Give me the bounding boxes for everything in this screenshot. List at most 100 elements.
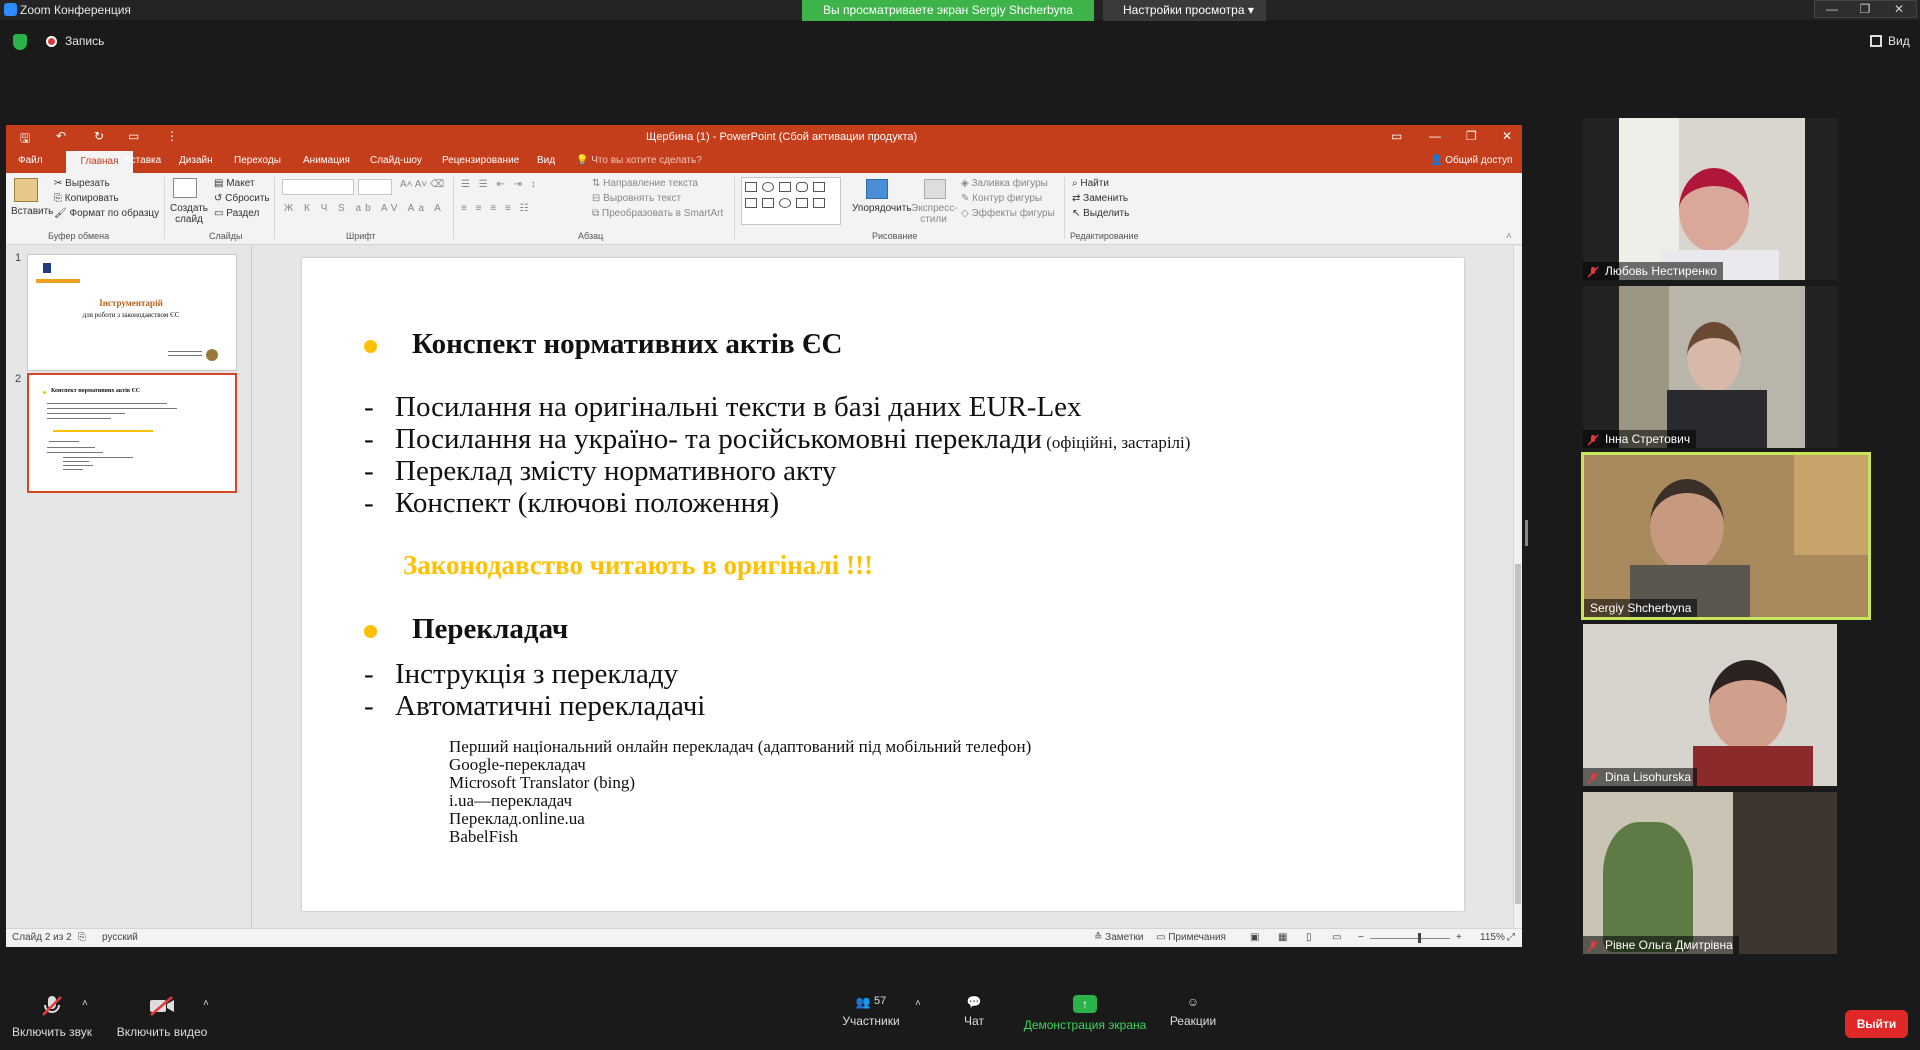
zoom-in-icon[interactable]: + [1456,932,1462,943]
reset-button[interactable]: ↺ Сбросить [214,193,270,204]
tab-review[interactable]: Рецензирование [442,155,519,166]
splitter-handle[interactable] [1525,520,1528,546]
line-shape-icon[interactable] [745,198,757,208]
font-style-buttons[interactable]: Ж К Ч S ab AV Aa A [284,203,445,214]
participant-tile[interactable]: Інна Стретович [1583,286,1837,448]
view-settings-button[interactable]: Настройки просмотра ▾ [1103,0,1266,21]
arrange-icon[interactable] [866,179,888,199]
tell-me-search[interactable]: 💡 Что вы хотите сделать? [576,155,702,166]
new-slide-button[interactable]: Создать слайд [169,203,209,225]
participants-button[interactable]: 👥 57 Участники [836,995,906,1028]
cut-button[interactable]: ✂ Вырезать [54,178,110,189]
new-slide-icon[interactable] [173,178,197,198]
slide-item[interactable]: - [364,658,374,691]
copy-button[interactable]: ⎘ Копировать [54,193,119,204]
sorter-view-icon[interactable]: ▦ [1278,932,1287,943]
share-button[interactable]: 👤 Общий доступ [1430,155,1512,166]
text-direction-button[interactable]: ⇅ Направление текста [592,178,698,189]
brace-shape-icon[interactable] [813,198,825,208]
font-grow-shrink-icons[interactable]: A˄ A˅ ⌫ [400,179,444,190]
participant-tile[interactable]: Dina Lisohurska [1583,624,1837,786]
quick-styles-icon[interactable] [924,179,946,199]
paste-button[interactable]: Вставить [11,206,53,217]
close-icon[interactable]: ✕ [1884,0,1914,18]
replace-button[interactable]: ⇄ Заменить [1072,193,1128,204]
slide-item[interactable]: - [364,423,374,456]
ribbon-display-icon[interactable]: ▭ [1391,129,1402,143]
reading-view-icon[interactable]: ▯ [1306,932,1312,943]
vertical-scrollbar[interactable] [1513,246,1522,928]
spellcheck-icon[interactable]: ⎘ [78,932,86,943]
paste-icon[interactable] [14,178,38,202]
slide-heading-1[interactable]: Конспект нормативних актів ЄС [412,328,842,361]
participant-tile[interactable]: Любовь Нестиренко [1583,118,1837,280]
tab-view[interactable]: Вид [537,155,555,166]
tab-slideshow[interactable]: Слайд-шоу [370,155,422,166]
rounded-rect-shape-icon[interactable] [796,182,808,192]
slide-accent-text[interactable]: Законодавство читають в оригіналі !!! [403,550,873,581]
participant-tile[interactable]: Рівне Ольга Дмитрівна [1583,792,1837,954]
chat-button[interactable]: 💬 Чат [950,995,998,1028]
slide-item[interactable]: - [364,455,374,488]
leave-meeting-button[interactable]: Выйти [1845,1010,1908,1038]
tab-file[interactable]: Файл [18,155,43,166]
zoom-slider-handle[interactable] [1418,933,1421,943]
notes-button[interactable]: ≙ Заметки [1094,932,1143,943]
slide-item-text[interactable]: Конспект (ключові положення) [395,487,779,520]
font-name-dropdown[interactable] [282,179,354,195]
tab-transitions[interactable]: Переходы [234,155,281,166]
tab-animations[interactable]: Анимация [303,155,350,166]
list-buttons[interactable]: ☰ ☰ ⇤ ⇥ ↕ [461,179,539,190]
ppt-restore-icon[interactable]: ❐ [1466,129,1477,143]
scrollbar-thumb[interactable] [1515,564,1521,904]
tab-design[interactable]: Дизайн [179,155,213,166]
slideshow-icon[interactable]: ▭ [128,129,139,143]
smartart-button[interactable]: ⧉ Преобразовать в SmartArt [592,208,723,219]
grid-view-icon[interactable] [1870,35,1882,47]
font-size-dropdown[interactable] [358,179,392,195]
view-label[interactable]: Вид [1888,34,1910,48]
language-indicator[interactable]: русский [102,932,138,943]
arrange-button[interactable]: Упорядочить [852,203,912,214]
slide-heading-2[interactable]: Перекладач [412,613,568,646]
slide-item-text[interactable]: Автоматичні перекладачі [395,690,705,723]
slide-item[interactable]: - [364,487,374,520]
translator-item[interactable]: Перший національний онлайн перекладач (а… [449,737,1031,757]
translator-item[interactable]: BabelFish [449,827,518,847]
save-icon[interactable]: 🖫 [20,129,30,150]
slide-item-text[interactable]: Посилання на оригінальні тексти в базі д… [395,391,1082,424]
participant-tile-active-speaker[interactable]: Sergiy Shcherbyna [1581,452,1871,620]
participants-chevron-icon[interactable]: ˄ [915,998,921,1009]
video-options-chevron-icon[interactable]: ˄ [203,998,209,1009]
layout-button[interactable]: ▤ Макет [214,178,255,189]
share-screen-button[interactable]: ↑ Демонстрация экрана [1020,995,1150,1032]
translator-item[interactable]: Google-перекладач [449,755,586,775]
translator-item[interactable]: i.ua—перекладач [449,791,572,811]
shape-effects-button[interactable]: ◇ Эффекты фигуры [961,208,1055,219]
shape-outline-button[interactable]: ✎ Контур фигуры [961,193,1042,204]
translator-item[interactable]: Microsoft Translator (bing) [449,773,635,793]
comments-button[interactable]: ▭ Примечания [1156,932,1226,943]
align-buttons[interactable]: ≡ ≡ ≡ ≡ ☷ [461,203,531,214]
slide-item-text[interactable]: Переклад змісту нормативного акту [395,455,837,488]
undo-icon[interactable]: ↶ [56,129,66,143]
collapse-ribbon-icon[interactable]: ˄ [1506,231,1512,242]
slide-thumbnail-1[interactable]: Інструментарій для роботи з законодавств… [27,254,237,371]
select-button[interactable]: ↖ Выделить [1072,208,1129,219]
circle-shape-icon[interactable] [779,198,791,208]
tab-insert[interactable]: Вставка [124,155,161,166]
shapes-gallery[interactable] [741,177,841,225]
triangle-shape-icon[interactable] [813,182,825,192]
align-text-button[interactable]: ⊟ Выровнять текст [592,193,681,204]
slide-thumbnail-2[interactable]: Конспект нормативних актів ЄС [27,373,237,493]
security-shield-icon[interactable] [13,34,27,50]
slide-item[interactable]: - [364,690,374,723]
audio-options-chevron-icon[interactable]: ˄ [82,998,88,1009]
find-button[interactable]: ⌕ Найти [1072,178,1109,189]
slide-canvas[interactable]: Конспект нормативних актів ЄС - Посиланн… [302,258,1464,911]
start-video-button[interactable]: Включить видео [112,995,212,1039]
shape-fill-button[interactable]: ◈ Заливка фигуры [961,178,1048,189]
zoom-out-icon[interactable]: − [1358,932,1364,943]
zoom-level[interactable]: 115% [1480,932,1505,943]
maximize-icon[interactable]: ❐ [1850,0,1880,18]
